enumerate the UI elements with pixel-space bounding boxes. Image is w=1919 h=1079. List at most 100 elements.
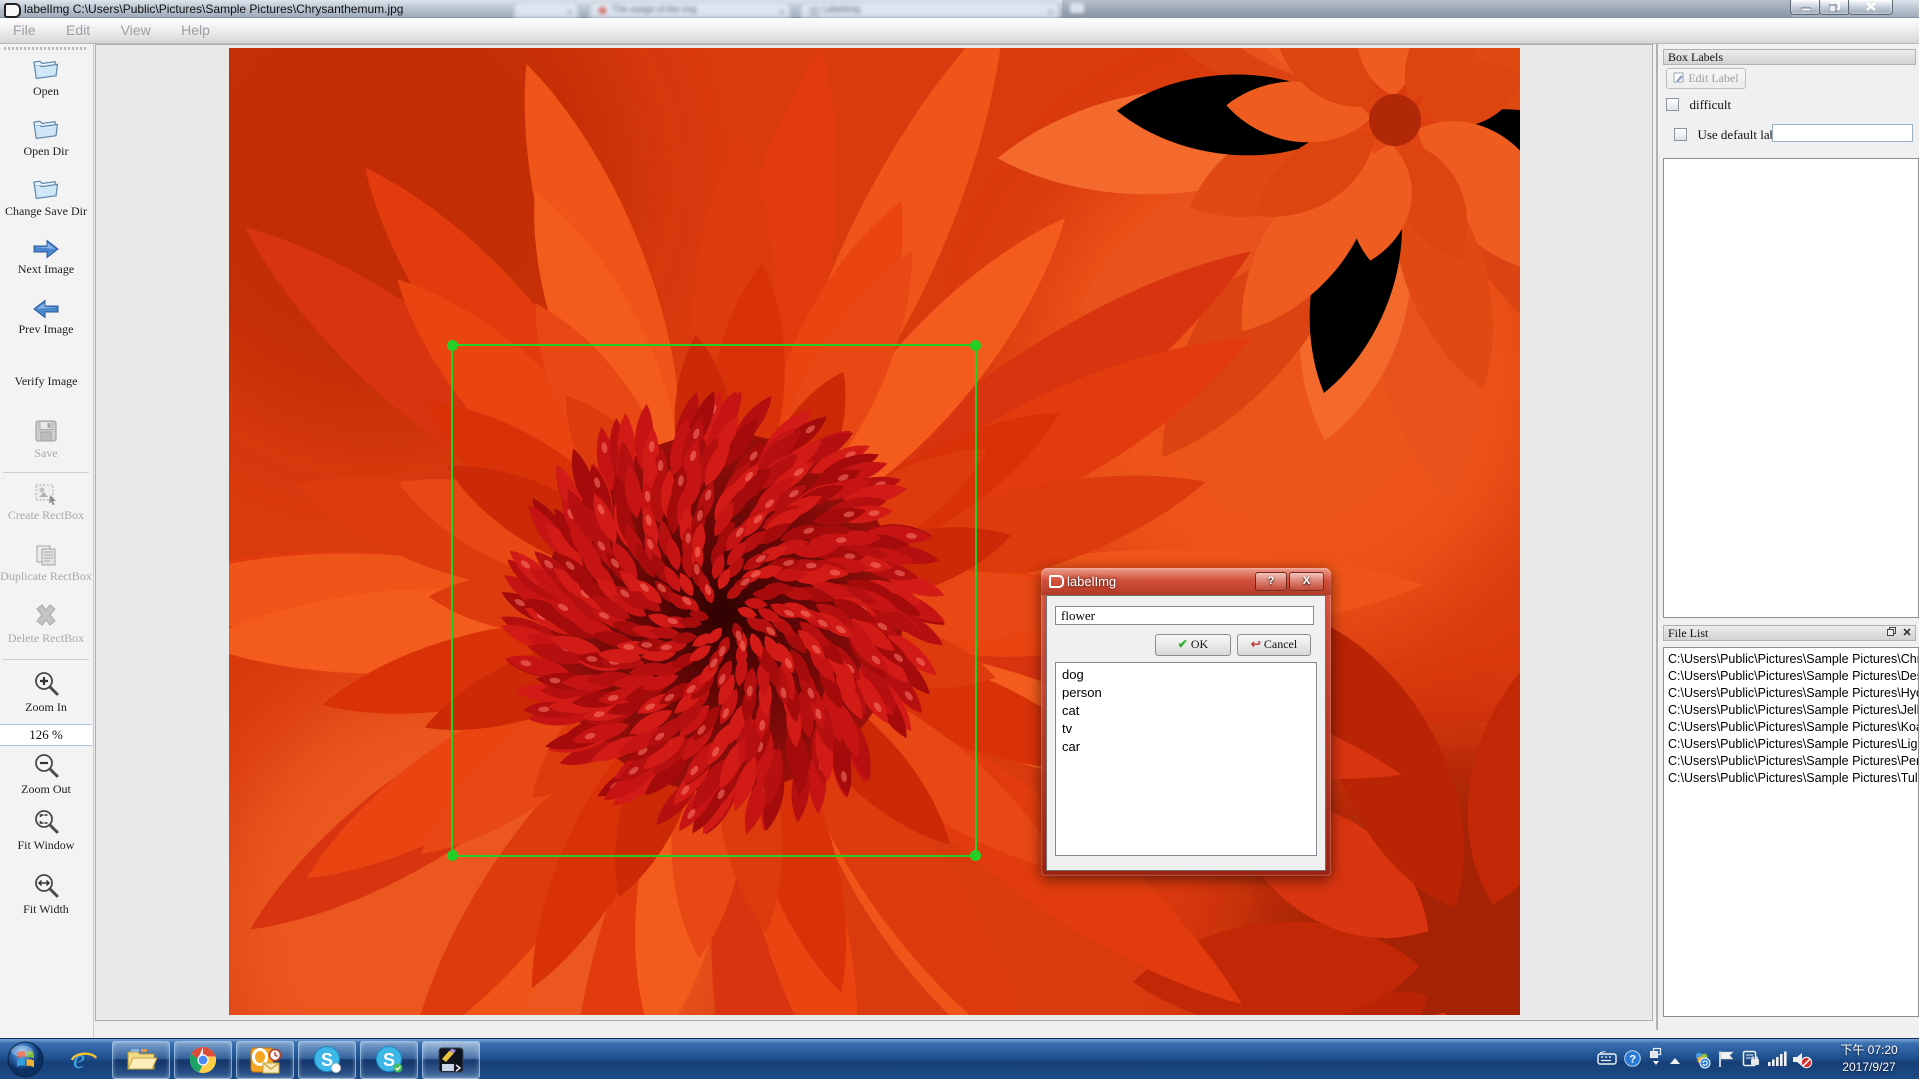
open-button[interactable]: Open [0, 56, 92, 98]
next-image-button[interactable]: Next Image [0, 238, 92, 276]
tools-toolbar: Open Open Dir Change Save Dir [0, 44, 94, 1038]
label-text-input[interactable]: flower [1055, 606, 1314, 625]
duplicate-rectbox-button[interactable]: Duplicate RectBox [0, 543, 92, 583]
fit-width-button[interactable]: Fit Width [0, 872, 92, 916]
flower-bounding-box[interactable] [451, 344, 977, 857]
edit-label-button[interactable]: Edit Label [1666, 68, 1746, 89]
edit-pencil-icon [1673, 72, 1685, 84]
open-dir-folder-icon [31, 116, 61, 142]
menu-help[interactable]: Help [168, 18, 223, 38]
bbox-handle-top-left[interactable] [447, 340, 458, 351]
show-hidden-icons-arrow[interactable] [1668, 1053, 1682, 1071]
close-button[interactable] [1848, 0, 1893, 15]
taskbar-clock[interactable]: 下午 07:20 2017/9/27 [1822, 1042, 1916, 1076]
box-labels-list[interactable] [1663, 158, 1919, 618]
file-list-item[interactable]: C:\Users\Public\Pictures\Sample Pictures… [1664, 702, 1918, 719]
internet-explorer-icon: e [69, 1044, 99, 1074]
use-default-label-row[interactable]: Use default label [1674, 126, 1786, 144]
file-list-item[interactable]: C:\Users\Public\Pictures\Sample Pictures… [1664, 651, 1918, 668]
sync-tray-icon[interactable] [1692, 1050, 1711, 1074]
create-rectbox-button[interactable]: Create RectBox [0, 482, 92, 522]
float-panel-icon[interactable] [1885, 627, 1898, 640]
skype-2-button[interactable]: S [360, 1041, 418, 1079]
cancel-button[interactable]: ↩ Cancel [1237, 634, 1311, 656]
default-label-input[interactable] [1772, 124, 1913, 142]
label-option[interactable]: cat [1056, 702, 1316, 720]
file-list-panel-title[interactable]: File List [1663, 625, 1916, 641]
file-list-item[interactable]: C:\Users\Public\Pictures\Sample Pictures… [1664, 668, 1918, 685]
windows-explorer-button[interactable] [112, 1041, 170, 1079]
prev-image-button[interactable]: Prev Image [0, 298, 92, 336]
bbox-handle-top-right[interactable] [970, 340, 981, 351]
zoom-in-button[interactable]: Zoom In [0, 670, 92, 714]
difficult-checkbox-row[interactable]: difficult [1666, 96, 1731, 114]
difficult-checkbox[interactable] [1666, 98, 1679, 111]
label-option[interactable]: person [1056, 684, 1316, 702]
clock-date: 2017/9/27 [1822, 1059, 1916, 1076]
toolbar-grip[interactable] [4, 47, 88, 50]
background-tab-2[interactable]: The usage of the img x [589, 1, 791, 18]
labelimg-taskbar-button[interactable] [422, 1041, 480, 1079]
input-method-keyboard-icon[interactable] [1597, 1050, 1617, 1071]
label-suggestion-list[interactable]: dog person cat tv car [1055, 662, 1317, 856]
background-tab-1[interactable]: x [513, 1, 579, 18]
action-center-flag-icon[interactable] [1717, 1050, 1736, 1073]
outlook-button[interactable] [236, 1041, 294, 1079]
ok-button[interactable]: ✔ OK [1155, 634, 1231, 656]
menu-view[interactable]: View [108, 18, 164, 38]
chrome-button[interactable] [174, 1041, 232, 1079]
network-plug-icon[interactable] [1742, 1050, 1761, 1073]
tab-close-icon[interactable]: x [1049, 5, 1054, 18]
zoom-percent-spinbox[interactable]: 126 % [0, 724, 92, 746]
delete-rectbox-button[interactable]: Delete RectBox [0, 603, 92, 645]
restore-button[interactable] [1819, 0, 1850, 15]
tab-close-icon[interactable]: x [568, 5, 573, 18]
tab-favicon [599, 7, 606, 14]
fit-window-button[interactable]: Fit Window [0, 808, 92, 852]
fit-window-icon [32, 808, 60, 836]
bbox-handle-bottom-right[interactable] [970, 850, 981, 861]
bbox-handle-bottom-left[interactable] [447, 850, 458, 861]
dialog-close-button[interactable]: X [1289, 572, 1324, 591]
open-dir-button[interactable]: Open Dir [0, 116, 92, 158]
tab-favicon [810, 7, 819, 16]
minimize-button[interactable] [1790, 0, 1821, 15]
file-list-item[interactable]: C:\Users\Public\Pictures\Sample Pictures… [1664, 770, 1918, 787]
label-option[interactable]: car [1056, 738, 1316, 756]
skype-button[interactable]: S [298, 1041, 356, 1079]
verify-image-button[interactable]: Verify Image [0, 374, 92, 388]
panel-splitter[interactable] [1656, 44, 1658, 1030]
language-bar-restore-icon[interactable] [1649, 1047, 1663, 1072]
menu-edit[interactable]: Edit [53, 18, 103, 38]
file-list-item[interactable]: C:\Users\Public\Pictures\Sample Pictures… [1664, 685, 1918, 702]
menu-file[interactable]: File [0, 18, 49, 38]
volume-muted-icon[interactable] [1791, 1050, 1813, 1074]
file-list-item[interactable]: C:\Users\Public\Pictures\Sample Pictures… [1664, 719, 1918, 736]
signal-strength-icon[interactable] [1767, 1050, 1787, 1072]
windows-explorer-icon [125, 1045, 157, 1073]
help-tray-icon[interactable]: ? [1624, 1050, 1641, 1072]
labelimg-app-window: labelImg C:\Users\Public\Pictures\Sample… [0, 0, 1919, 1079]
toolbar-label: Change Save Dir [5, 204, 87, 218]
background-tab-3[interactable]: LabelImg x [800, 1, 1060, 18]
file-list-item[interactable]: C:\Users\Public\Pictures\Sample Pictures… [1664, 753, 1918, 770]
dialog-body: flower ✔ OK ↩ Cancel dog person cat tv c… [1046, 595, 1326, 871]
use-default-label-checkbox[interactable] [1674, 128, 1687, 141]
file-list-item[interactable]: C:\Users\Public\Pictures\Sample Pictures… [1664, 736, 1918, 753]
start-button[interactable] [7, 1041, 44, 1078]
tab-close-icon[interactable]: x [780, 5, 785, 18]
box-labels-panel-title[interactable]: Box Labels [1663, 49, 1916, 65]
label-option[interactable]: tv [1056, 720, 1316, 738]
titlebar-shade [1062, 0, 1792, 17]
close-panel-icon[interactable] [1900, 627, 1913, 640]
change-save-dir-button[interactable]: Change Save Dir [0, 176, 92, 218]
toolbar-label: Open [33, 84, 59, 98]
internet-explorer-button[interactable]: e [62, 1041, 106, 1077]
save-button[interactable]: Save [0, 418, 92, 460]
canvas-scroll-area[interactable] [95, 44, 1653, 1021]
zoom-out-button[interactable]: Zoom Out [0, 752, 92, 796]
label-option[interactable]: dog [1056, 666, 1316, 684]
file-list[interactable]: C:\Users\Public\Pictures\Sample Pictures… [1663, 647, 1919, 1017]
dialog-help-button[interactable]: ? [1255, 572, 1287, 591]
dialog-icon [1049, 575, 1064, 588]
